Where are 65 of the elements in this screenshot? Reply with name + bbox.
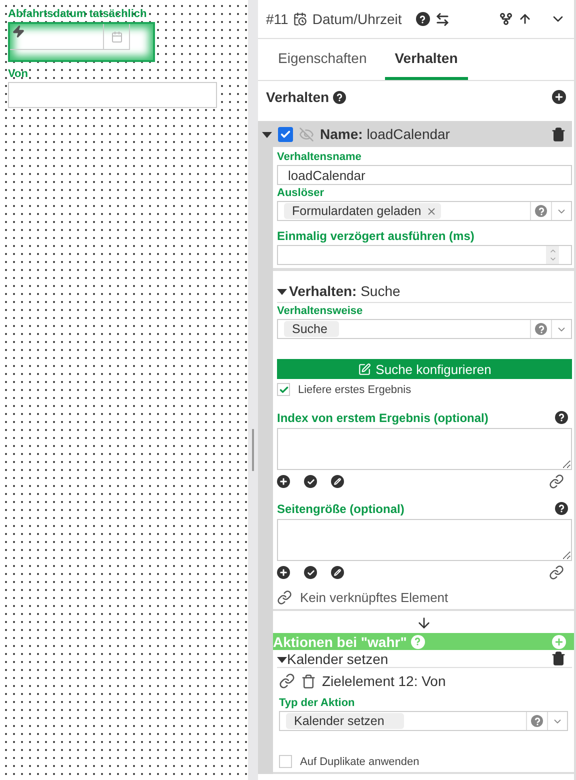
splitter-handle[interactable] [252,429,254,471]
add-icon[interactable] [277,475,290,488]
trash-icon[interactable] [551,651,566,666]
sub-behavior-title: Verhalten: Suche [289,283,400,299]
target-element: Zielelement 12: Von [322,673,446,689]
field-label: Seitengröße (optional) [277,502,404,516]
caret-icon[interactable] [277,656,287,664]
checkbox[interactable] [279,755,292,768]
tag: Formulardaten geladen [284,203,442,219]
checkbox[interactable] [277,383,290,396]
trash-icon[interactable] [551,126,566,142]
tag: Kalender setzen [286,713,404,729]
check-icon[interactable] [304,566,317,579]
caret-icon[interactable] [262,131,272,139]
number-field[interactable] [277,245,572,265]
caret-icon[interactable] [277,288,287,296]
behavior-name: Name: loadCalendar [320,126,450,142]
link-icon [277,590,292,605]
section-title: Verhalten [266,89,330,105]
checkbox-label: Auf Duplikate anwenden [300,756,420,768]
select-field[interactable]: Kalender setzen [279,711,568,731]
link-icon[interactable] [549,474,564,489]
tab[interactable]: Eigenschaften [268,39,377,80]
lightning-icon [12,25,25,38]
field-label: Verhaltensweise [277,305,364,317]
field-label: Einmalig verzögert ausführen (ms) [277,229,476,243]
date-field[interactable] [10,24,130,50]
remove-icon[interactable] [426,206,438,216]
actions-title: Aktionen bei "wahr" [273,634,407,650]
tab[interactable]: Verhalten [384,39,468,80]
linked-element-text: Kein verknüpftes Element [300,590,448,605]
help-icon[interactable] [333,90,346,104]
swap-icon[interactable] [434,12,450,26]
select-field[interactable]: Formulardaten geladen [277,201,572,221]
checkbox-label: Liefere erstes Ergebnis [298,384,412,396]
action-title: Kalender setzen [287,650,388,666]
tag: Suche [284,321,340,337]
input-field[interactable]: loadCalendar [277,165,572,185]
calendar-icon [293,12,308,26]
help-icon[interactable] [555,502,568,515]
help-icon[interactable] [416,12,430,26]
trash-icon[interactable] [301,674,316,688]
pencil-icon[interactable] [331,566,344,579]
add-icon[interactable] [552,90,566,104]
selected-field-frame[interactable] [8,22,155,62]
field-label: Von [8,68,29,80]
link-icon[interactable] [549,565,564,580]
checkbox[interactable] [278,126,293,142]
configure-button[interactable]: Suche konfigurieren [277,359,572,379]
help-icon[interactable] [555,411,568,424]
check-icon[interactable] [304,475,317,488]
pencil-icon[interactable] [331,475,344,488]
input-field[interactable] [8,82,217,108]
edit-icon [358,362,371,376]
field-label: Abfahrtsdatum tatsächlich [8,8,148,20]
link-icon[interactable] [279,673,295,689]
field-label: Index von erstem Ergebnis (optional) [277,411,488,425]
fork-icon[interactable] [499,12,513,26]
element-number: #11 [266,11,288,27]
field-label: Auslöser [277,187,326,199]
add-icon[interactable] [277,566,290,579]
field-label: Typ der Aktion [278,697,356,709]
element-title: Datum/Uhrzeit [312,11,402,27]
select-field[interactable]: Suche [277,319,572,339]
field-label: Verhaltensname [277,151,362,163]
